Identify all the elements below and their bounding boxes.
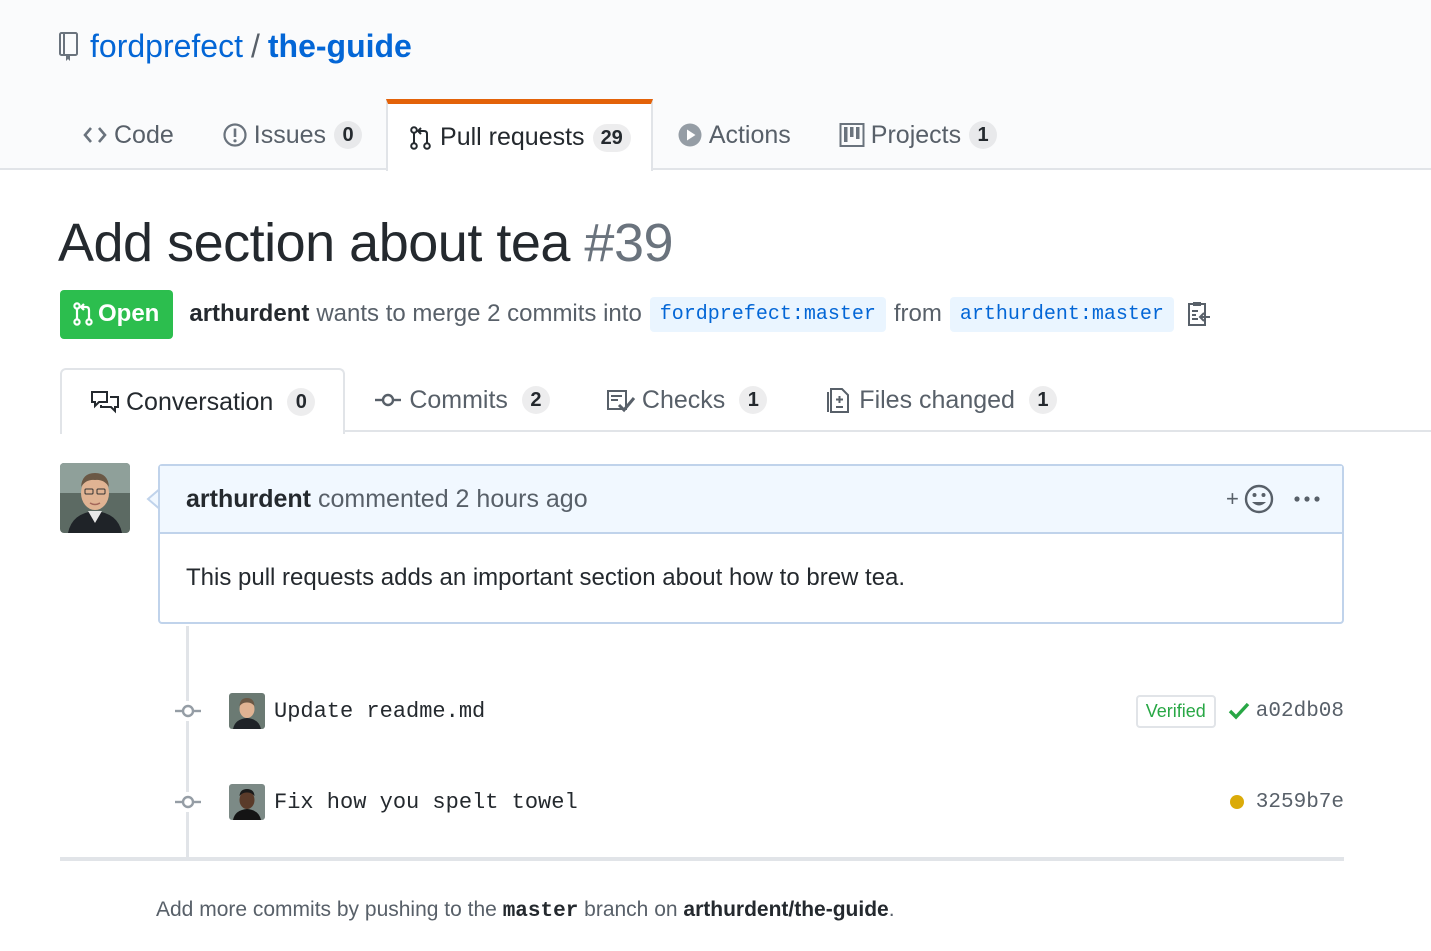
commit-author-avatar[interactable] [229, 693, 265, 729]
repo-nav-code-label: Code [114, 120, 174, 149]
pr-author-link[interactable]: arthurdent [189, 300, 309, 328]
avatar[interactable] [60, 463, 130, 533]
commit-author-avatar[interactable] [229, 784, 265, 820]
pr-title-text: Add section about tea [58, 213, 570, 273]
add-reaction-icon[interactable]: + [1226, 482, 1276, 516]
tab-conversation[interactable]: Conversation 0 [60, 368, 346, 434]
tab-checks-label: Checks [641, 385, 726, 414]
play-icon [678, 123, 702, 147]
issues-counter: 0 [334, 121, 363, 149]
verified-badge[interactable]: Verified [1135, 694, 1216, 728]
repo-nav-issues-label: Issues [253, 120, 327, 149]
git-commit-icon [174, 792, 202, 812]
commit-meta: Verified a02db08 [1135, 694, 1344, 728]
file-diff-icon [827, 388, 850, 413]
kebab-horizontal-icon[interactable] [1292, 482, 1322, 516]
files-changed-counter: 1 [1028, 386, 1057, 414]
commit-message-link[interactable]: Fix how you spelt towel [274, 790, 578, 815]
projects-counter: 1 [969, 121, 998, 149]
repo-header: fordprefect / the-guide Code Issues 0 Pu… [0, 0, 1431, 171]
tab-checks[interactable]: Checks 1 [578, 368, 795, 432]
pull-request-icon [410, 125, 431, 150]
project-icon [839, 123, 865, 147]
comment-header: arthurdent commented 2 hours ago [160, 466, 1342, 534]
pr-from-text: from [893, 300, 942, 327]
clipboard-copy-icon[interactable] [1186, 300, 1212, 328]
author-avatar-image [60, 463, 130, 533]
repo-nav: Code Issues 0 Pull requests 29 Actions P… [58, 99, 1021, 171]
tab-files-changed-label: Files changed [859, 385, 1015, 414]
commit-sha-link[interactable]: a02db08 [1256, 700, 1344, 723]
git-commit-icon [375, 393, 402, 407]
code-icon [83, 127, 107, 143]
checklist-icon [606, 390, 636, 413]
head-branch[interactable]: arthurdent:master [949, 296, 1174, 332]
commit-meta: 3259b7e [1229, 791, 1344, 814]
timeline-line [186, 626, 189, 858]
base-branch[interactable]: fordprefect:master [649, 296, 886, 332]
repo-name-link[interactable]: the-guide [268, 28, 412, 65]
push-note-middle: branch on [584, 898, 678, 921]
pr-merge-text: wants to merge 2 commits into [316, 300, 642, 327]
repo-nav-pull-requests[interactable]: Pull requests 29 [386, 99, 653, 171]
pull-requests-counter: 29 [592, 123, 631, 152]
repo-nav-projects-label: Projects [870, 120, 962, 149]
tab-files-changed[interactable]: Files changed 1 [795, 368, 1085, 432]
push-note-branch: master [502, 900, 579, 923]
pr-tabnav: Conversation 0 Commits 2 Checks 1 Files … [0, 368, 1431, 434]
repo-separator: / [250, 27, 260, 64]
comment-meta[interactable]: commented 2 hours ago [318, 485, 588, 514]
pull-request-icon [73, 302, 93, 326]
tab-commits-label: Commits [409, 385, 508, 414]
timeline-divider [60, 857, 1344, 861]
push-note-repo: arthurdent/the-guide [683, 898, 889, 921]
repo-title: fordprefect / the-guide [58, 26, 412, 66]
repo-owner-link[interactable]: fordprefect [90, 28, 243, 65]
pr-state-label: Open [98, 300, 160, 327]
issue-icon [223, 123, 247, 147]
repo-nav-pull-requests-label: Pull requests [440, 123, 585, 151]
comment-actions: + [1226, 482, 1322, 516]
commit-sha-link[interactable]: 3259b7e [1256, 791, 1344, 814]
repo-nav-actions[interactable]: Actions [653, 100, 815, 170]
commit-row: Fix how you spelt towel 3259b7e [174, 782, 1344, 822]
pending-status-icon[interactable] [1229, 795, 1244, 809]
push-note-suffix: . [888, 898, 895, 921]
git-commit-icon [174, 701, 202, 721]
comment-box: arthurdent commented 2 hours ago + This … [158, 464, 1344, 624]
pr-number: #39 [584, 213, 674, 273]
commits-counter: 2 [521, 386, 550, 414]
pr-tabs: Conversation 0 Commits 2 Checks 1 Files … [60, 368, 1085, 434]
push-note-prefix: Add more commits by pushing to the [156, 898, 497, 921]
pr-state-row: Open arthurdent wants to merge 2 commits… [60, 289, 1212, 339]
pr-state-badge: Open [60, 289, 174, 339]
check-icon[interactable] [1228, 701, 1250, 721]
tab-commits[interactable]: Commits 2 [345, 368, 578, 432]
comment-body: This pull requests adds an important sec… [186, 564, 906, 591]
repo-nav-actions-label: Actions [708, 120, 791, 149]
checks-counter: 1 [739, 386, 768, 414]
conversation-counter: 0 [287, 388, 316, 416]
comment-discussion-icon [91, 391, 119, 414]
repo-nav-issues[interactable]: Issues 0 [198, 100, 386, 170]
add-reaction-plus: + [1226, 486, 1239, 511]
tab-conversation-label: Conversation [126, 387, 274, 416]
comment-author-link[interactable]: arthurdent [186, 485, 311, 514]
push-commits-note: Add more commits by pushing to the maste… [156, 898, 895, 923]
commit-row: Update readme.md Verified a02db08 [174, 691, 1344, 731]
repo-nav-code[interactable]: Code [58, 100, 198, 170]
pr-title: Add section about tea #39 [58, 212, 674, 274]
repo-nav-projects[interactable]: Projects 1 [815, 100, 1021, 170]
repo-book-icon [59, 32, 78, 61]
commit-message-link[interactable]: Update readme.md [274, 699, 485, 724]
